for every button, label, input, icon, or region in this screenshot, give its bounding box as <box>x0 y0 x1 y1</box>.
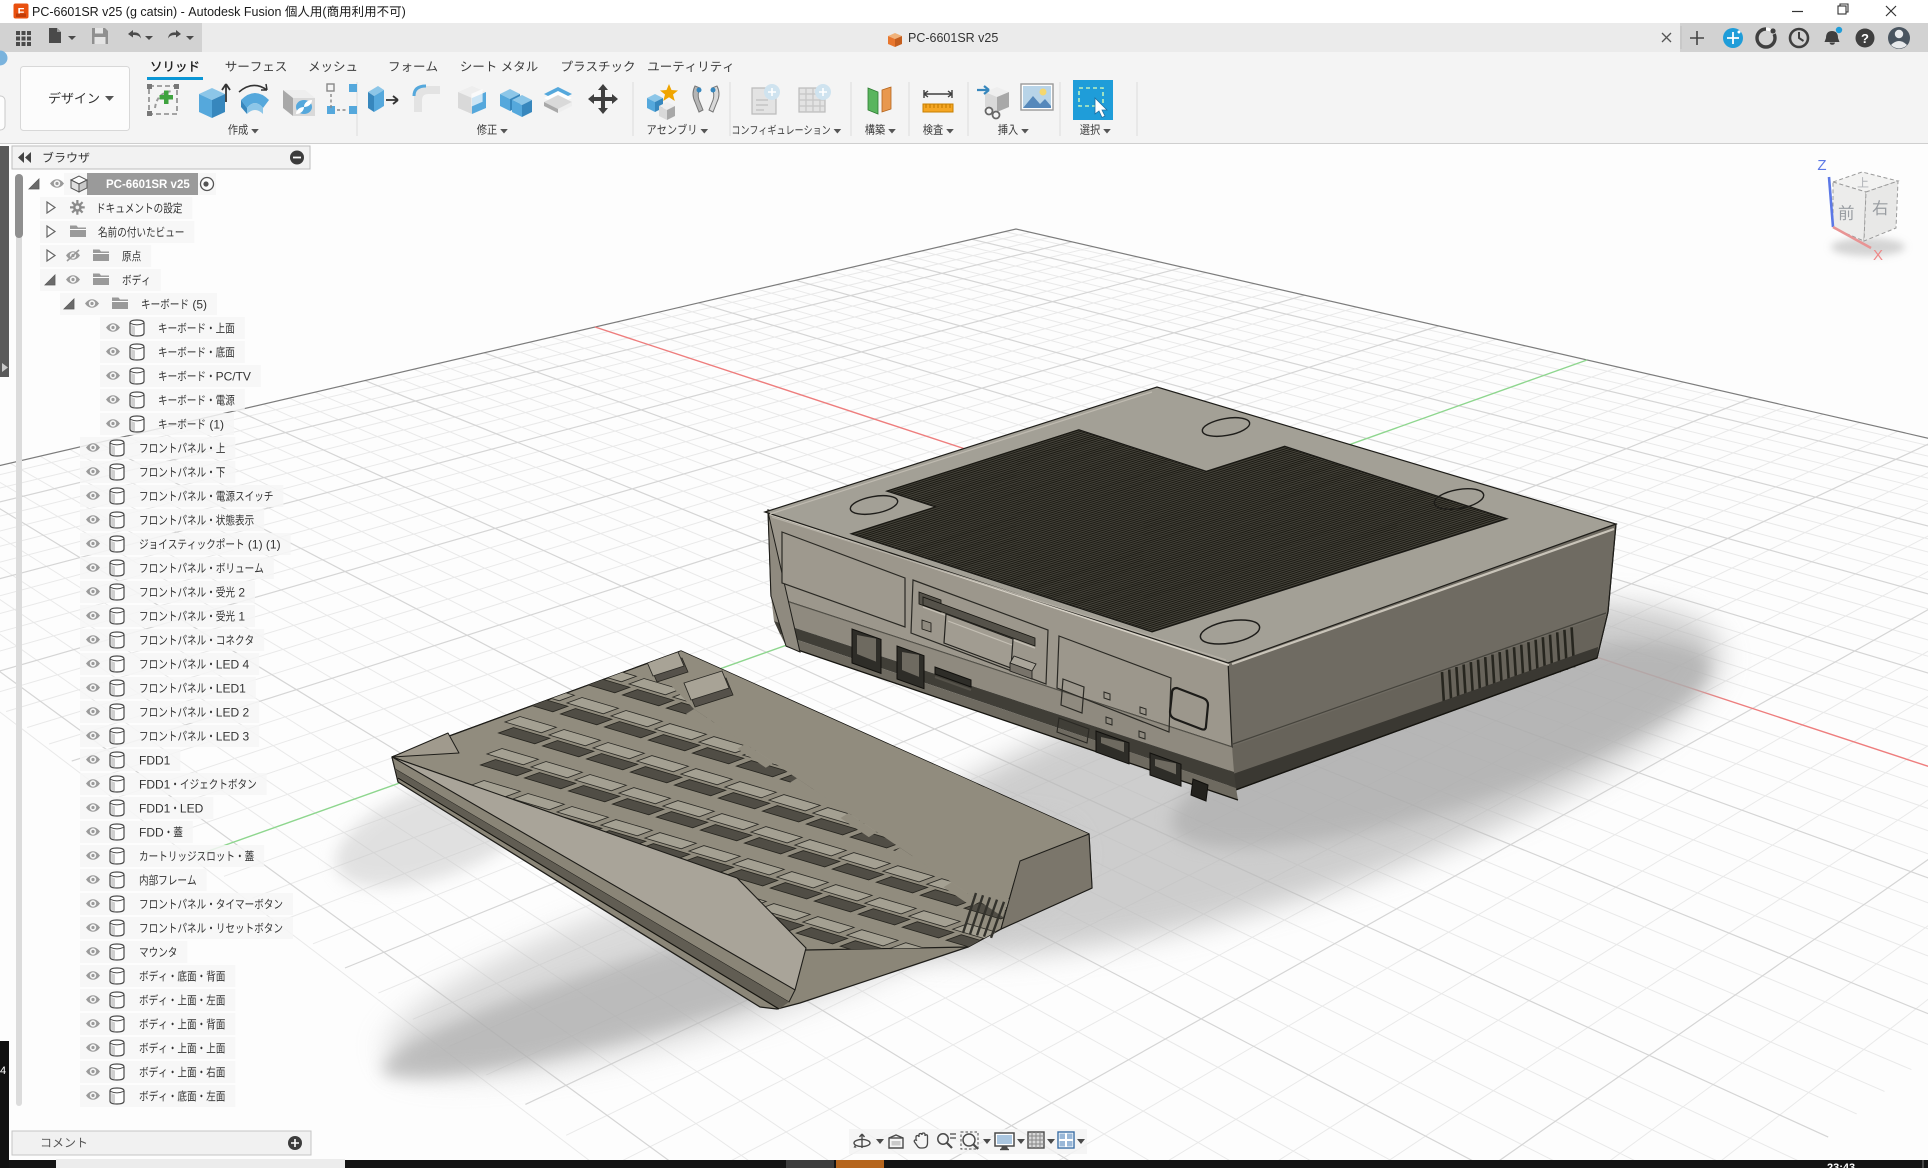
svg-text:1: 1 <box>235 610 245 624</box>
svg-text:23:43: 23:43 <box>1827 1162 1855 1168</box>
svg-text:2: 2 <box>235 586 245 600</box>
svg-text:FDD1: FDD1 <box>139 802 171 816</box>
svg-text:PC/TV: PC/TV <box>216 370 251 384</box>
svg-text:LED 2: LED 2 <box>216 706 250 720</box>
svg-text:LED 4: LED 4 <box>216 658 250 672</box>
svg-text:4: 4 <box>0 1065 6 1077</box>
svg-text:X: X <box>1873 247 1883 264</box>
svg-text:PC-6601SR v25: PC-6601SR v25 <box>106 179 190 191</box>
svg-text:LED: LED <box>180 802 204 816</box>
svg-text:FDD1: FDD1 <box>139 778 171 792</box>
svg-text:(1): (1) <box>206 418 224 432</box>
svg-text:(5): (5) <box>189 298 207 312</box>
svg-text:?: ? <box>1861 31 1869 46</box>
svg-text:(1) (1): (1) (1) <box>245 538 281 552</box>
svg-text:FDD1: FDD1 <box>139 754 171 768</box>
svg-text:PC-6601SR v25: PC-6601SR v25 <box>908 31 998 45</box>
svg-text:): ) <box>402 5 406 19</box>
svg-text:LED1: LED1 <box>216 682 246 696</box>
svg-text:FDD: FDD <box>139 826 164 840</box>
svg-text:LED 3: LED 3 <box>216 730 250 744</box>
svg-text:Z: Z <box>1817 157 1826 174</box>
svg-text:PC-6601SR v25 (g catsin) - Aut: PC-6601SR v25 (g catsin) - Autodesk Fusi… <box>32 5 285 19</box>
